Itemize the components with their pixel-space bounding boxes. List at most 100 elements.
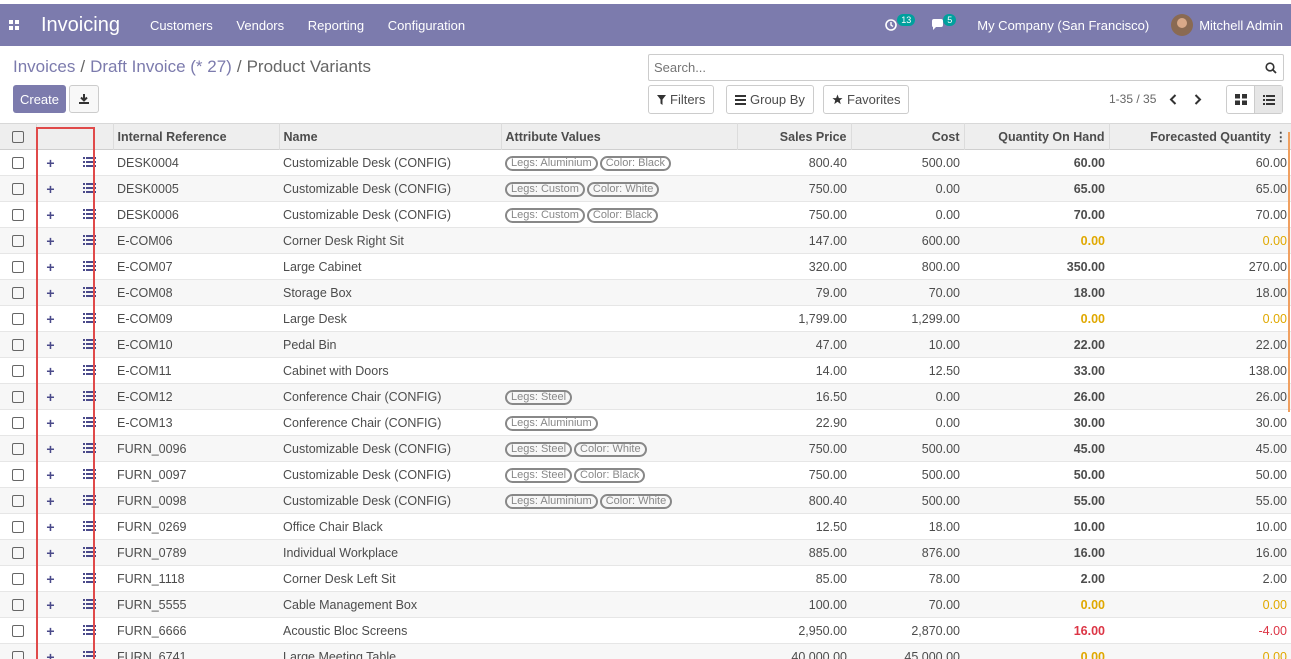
row-checkbox[interactable] xyxy=(12,313,24,326)
list-icon[interactable] xyxy=(82,312,96,326)
plus-icon[interactable]: + xyxy=(46,519,54,535)
list-icon[interactable] xyxy=(82,624,96,638)
list-icon[interactable] xyxy=(82,208,96,222)
column-internal-reference[interactable]: Internal Reference xyxy=(112,123,279,150)
column-forecasted-quantity[interactable]: Forecasted Quantity ⋮ xyxy=(1108,123,1291,150)
row-checkbox[interactable] xyxy=(12,235,24,248)
row-checkbox[interactable] xyxy=(12,261,24,274)
row-checkbox[interactable] xyxy=(12,157,24,170)
table-row[interactable]: + DESK0005 Customizable Desk (CONFIG) Legs:… xyxy=(0,175,1291,202)
filters-button[interactable]: Filters xyxy=(648,85,715,114)
table-row[interactable]: + FURN_0269 Office Chair Black 12.50 18.00 10… xyxy=(0,514,1291,540)
plus-icon[interactable]: + xyxy=(46,623,54,639)
plus-icon[interactable]: + xyxy=(46,233,54,249)
table-row[interactable]: + E-COM08 Storage Box 79.00 70.00 18.00 18.00 xyxy=(0,279,1291,306)
column-name[interactable]: Name xyxy=(278,123,501,150)
list-icon[interactable] xyxy=(82,572,96,586)
breadcrumb-invoices[interactable]: Invoices xyxy=(13,57,75,76)
row-checkbox[interactable] xyxy=(12,391,24,404)
table-row[interactable]: + FURN_6666 Acoustic Bloc Screens 2,950.00 2… xyxy=(0,618,1291,644)
pager-next-icon[interactable] xyxy=(1190,90,1206,108)
column-cost[interactable]: Cost xyxy=(850,123,964,150)
company-switcher[interactable]: My Company (San Francisco) xyxy=(977,18,1149,33)
plus-icon[interactable]: + xyxy=(46,155,54,171)
list-icon[interactable] xyxy=(82,442,96,456)
menu-item-reporting[interactable]: Reporting xyxy=(308,18,364,33)
plus-icon[interactable]: + xyxy=(46,285,54,301)
table-row[interactable]: + E-COM07 Large Cabinet 320.00 800.00 350.00 2… xyxy=(0,254,1291,280)
user-menu[interactable]: Mitchell Admin xyxy=(1199,18,1283,33)
plus-icon[interactable]: + xyxy=(46,311,54,327)
column-attribute-values[interactable]: Attribute Values xyxy=(500,123,737,150)
table-row[interactable]: + FURN_5555 Cable Management Box 100.00 70.0… xyxy=(0,591,1291,618)
row-checkbox[interactable] xyxy=(12,651,24,659)
table-row[interactable]: + FURN_0096 Customizable Desk (CONFIG) Legs… xyxy=(0,435,1291,462)
table-row[interactable]: + E-COM12 Conference Chair (CONFIG) Legs: S… xyxy=(0,383,1291,410)
row-checkbox[interactable] xyxy=(12,573,24,586)
menu-item-customers[interactable]: Customers xyxy=(150,18,213,33)
plus-icon[interactable]: + xyxy=(46,181,54,197)
row-checkbox[interactable] xyxy=(12,521,24,534)
plus-icon[interactable]: + xyxy=(46,649,54,659)
optional-columns-icon[interactable]: ⋮ xyxy=(1275,130,1288,144)
plus-icon[interactable]: + xyxy=(46,389,54,405)
column-sales-price[interactable]: Sales Price xyxy=(736,123,851,150)
list-icon[interactable] xyxy=(82,338,96,352)
column-quantity-on-hand[interactable]: Quantity On Hand xyxy=(963,123,1109,150)
row-checkbox[interactable] xyxy=(12,547,24,560)
row-checkbox[interactable] xyxy=(12,443,24,456)
table-row[interactable]: + FURN_0098 Customizable Desk (CONFIG) Legs… xyxy=(0,487,1291,514)
pager-previous-icon[interactable] xyxy=(1165,90,1181,108)
row-checkbox[interactable] xyxy=(12,183,24,196)
messages-icon[interactable]: 5 xyxy=(931,14,959,35)
list-icon[interactable] xyxy=(82,390,96,404)
apps-menu-icon[interactable] xyxy=(0,4,28,46)
plus-icon[interactable]: + xyxy=(46,597,54,613)
plus-icon[interactable]: + xyxy=(46,259,54,275)
group-by-button[interactable]: Group By xyxy=(726,85,814,114)
search-icon[interactable] xyxy=(1259,56,1283,80)
plus-icon[interactable]: + xyxy=(46,363,54,379)
row-checkbox[interactable] xyxy=(12,339,24,352)
app-name[interactable]: Invoicing xyxy=(41,14,120,37)
table-row[interactable]: + E-COM13 Conference Chair (CONFIG) Legs: A… xyxy=(0,410,1291,436)
kanban-view-icon[interactable] xyxy=(1227,86,1254,113)
list-icon[interactable] xyxy=(82,364,96,378)
row-checkbox[interactable] xyxy=(12,287,24,300)
user-avatar[interactable] xyxy=(1171,14,1194,36)
list-icon[interactable] xyxy=(82,416,96,430)
plus-icon[interactable]: + xyxy=(46,415,54,431)
pager-value[interactable]: 1-35 / 35 xyxy=(1109,92,1156,106)
row-checkbox[interactable] xyxy=(12,209,24,222)
table-row[interactable]: + E-COM06 Corner Desk Right Sit 147.00 600.0… xyxy=(0,227,1291,254)
select-all-checkbox[interactable] xyxy=(11,131,24,144)
favorites-button[interactable]: Favorites xyxy=(823,85,910,114)
list-icon[interactable] xyxy=(82,520,96,534)
table-row[interactable]: + FURN_0789 Individual Workplace 885.00 876.… xyxy=(0,539,1291,566)
plus-icon[interactable]: + xyxy=(46,493,54,509)
row-checkbox[interactable] xyxy=(12,625,24,638)
table-row[interactable]: + E-COM11 Cabinet with Doors 14.00 12.50 33.0… xyxy=(0,358,1291,384)
plus-icon[interactable]: + xyxy=(46,337,54,353)
list-view-icon[interactable] xyxy=(1254,86,1282,113)
plus-icon[interactable]: + xyxy=(46,467,54,483)
download-button[interactable] xyxy=(69,85,99,113)
plus-icon[interactable]: + xyxy=(46,207,54,223)
list-icon[interactable] xyxy=(82,598,96,612)
list-icon[interactable] xyxy=(82,182,96,196)
menu-item-configuration[interactable]: Configuration xyxy=(388,18,465,33)
table-row[interactable]: + E-COM09 Large Desk 1,799.00 1,299.00 0.00 0.… xyxy=(0,306,1291,332)
row-checkbox[interactable] xyxy=(12,599,24,612)
search-input[interactable] xyxy=(649,55,1259,80)
row-checkbox[interactable] xyxy=(12,469,24,482)
menu-item-vendors[interactable]: Vendors xyxy=(236,18,284,33)
list-icon[interactable] xyxy=(82,494,96,508)
table-row[interactable]: + FURN_0097 Customizable Desk (CONFIG) Legs… xyxy=(0,462,1291,488)
breadcrumb-draft-invoice[interactable]: Draft Invoice (* 27) xyxy=(90,57,232,76)
table-row[interactable]: + DESK0006 Customizable Desk (CONFIG) Legs:… xyxy=(0,202,1291,228)
plus-icon[interactable]: + xyxy=(46,571,54,587)
row-checkbox[interactable] xyxy=(12,417,24,430)
plus-icon[interactable]: + xyxy=(46,441,54,457)
list-icon[interactable] xyxy=(82,650,96,659)
row-checkbox[interactable] xyxy=(12,495,24,508)
